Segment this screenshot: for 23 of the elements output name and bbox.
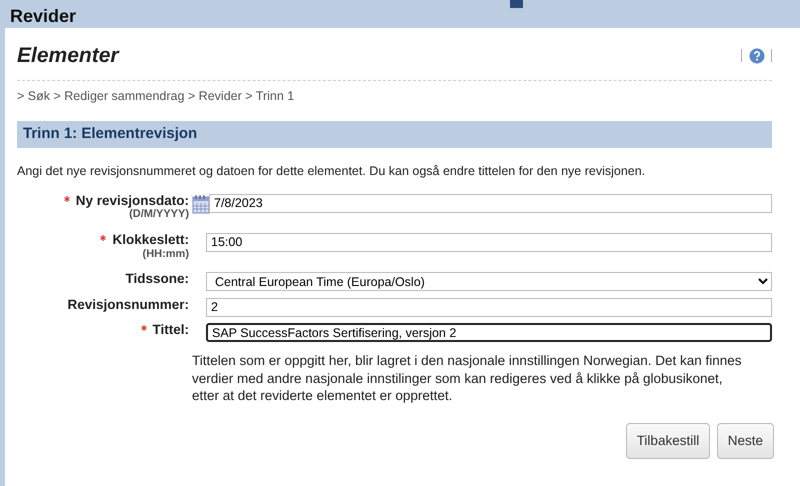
timezone-select[interactable]: Central European Time (Europa/Oslo): [206, 272, 772, 292]
intro-text: Angi det nye revisjonsnummeret og datoen for dette elementet. Du kan også endre tittelen for den nye revisjonen.: [17, 162, 646, 180]
calendar-icon[interactable]: [192, 194, 210, 214]
action-button[interactable]: Tilbakestill: [626, 423, 710, 460]
marker-icon: [510, 0, 523, 8]
field-label: Revisjonsnummer:: [67, 296, 189, 312]
note-text: Tittelen som er oppgitt her, blir lagret i den nasjonale innstillingen Norwegian. Det kan finnes verdier med andre nasjonale innstilinger som kan redigeres ved å klikke på globusikonet, etter at det reviderte elementet er opprettet.: [192, 352, 743, 406]
input-field[interactable]: 2: [206, 298, 772, 317]
field-label: Ny revisjonsdato:: [76, 192, 189, 208]
help-icon[interactable]: [748, 48, 764, 64]
field-label: Tittel:: [152, 322, 189, 338]
date-field[interactable]: 7/8/2023: [209, 194, 772, 212]
window-title: Revider: [10, 6, 76, 26]
breadcrumb[interactable]: > Søk > Rediger sammendrag > Revider > Trinn 1: [17, 88, 294, 102]
input-field[interactable]: SAP SuccessFactors Sertifisering, versjon 2: [206, 323, 772, 342]
field-label: Klokkeslett:: [112, 232, 189, 247]
section-title: Trinn 1: Elementrevisjon: [17, 121, 772, 148]
input-field[interactable]: 15:00: [206, 232, 772, 252]
page-title: Elementer: [17, 43, 120, 69]
format-hint: (D/M/YYYY): [129, 208, 189, 220]
format-hint: (HH:mm): [142, 248, 189, 260]
field-label: Tidssone:: [125, 271, 189, 286]
action-button[interactable]: Neste: [716, 423, 774, 460]
